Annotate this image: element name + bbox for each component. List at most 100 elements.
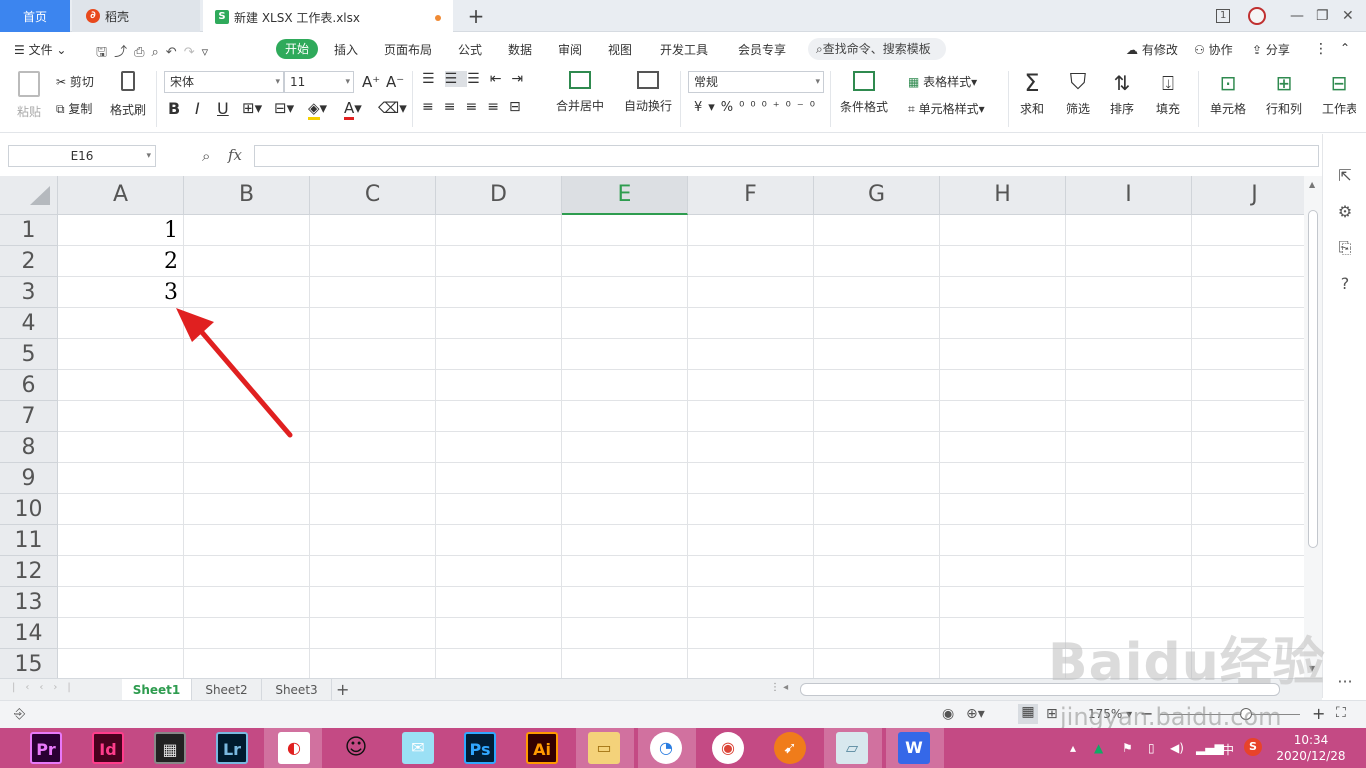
font-size-select[interactable]: 11 [284,71,354,93]
indent-decrease-icon[interactable]: ⇤ [490,71,512,87]
menu-member[interactable]: 会员专享 [738,41,786,58]
select-all-corner[interactable] [0,176,58,215]
column-header-H[interactable]: H [940,176,1066,215]
column-header-J[interactable]: J [1192,176,1304,215]
add-sheet-icon[interactable]: + [336,680,349,699]
cell-style-button[interactable]: ⌗ 单元格样式▾ [908,100,985,117]
browser-icon[interactable]: ◔ [650,732,682,764]
menu-view[interactable]: 视图 [608,41,632,58]
number-format-select[interactable]: 常规 [688,71,824,93]
wrap-text-button[interactable]: 自动换行 [624,71,672,114]
zoom-formula-icon[interactable]: ⌕ [202,147,210,165]
sort-button[interactable]: ⇅ 排序 [1110,69,1134,117]
preview-icon[interactable]: ⌕ [152,45,166,60]
normal-view-icon[interactable]: ▦ [1018,704,1038,724]
freeze-icon[interactable]: ⊕▾ [966,706,985,722]
photoshop-icon[interactable]: Ps [464,732,496,764]
bold-icon[interactable]: B [168,99,180,118]
menu-data[interactable]: 数据 [508,41,532,58]
ime-indicator[interactable]: 中 [1222,741,1234,758]
row-header-10[interactable]: 10 [0,494,58,525]
row-header-5[interactable]: 5 [0,339,58,370]
filter-button[interactable]: ⛉ 筛选 [1066,69,1090,117]
properties-icon[interactable]: ⚙ [1335,202,1355,222]
row-header-12[interactable]: 12 [0,556,58,587]
align-left-icon[interactable]: ≡ [422,99,444,115]
cell-format-icon[interactable]: ⊟▾ [274,99,294,117]
row-header-7[interactable]: 7 [0,401,58,432]
video-player-icon[interactable]: ▦ [154,732,186,764]
close-button[interactable]: ✕ [1342,0,1362,32]
menu-review[interactable]: 审阅 [558,41,582,58]
eye-protect-icon[interactable]: ◉ [942,706,954,722]
formula-input[interactable] [254,145,1319,167]
vertical-scrollbar[interactable]: ▲ ▼ [1304,176,1322,678]
fx-icon[interactable]: fx [228,146,242,164]
align-top-icon[interactable]: ☰ [422,71,445,87]
cell-A2[interactable]: 2 [58,249,178,274]
wps-office-icon[interactable]: ◐ [278,732,310,764]
scroll-left-icon[interactable]: ⋮ ◂ [770,682,788,693]
battery-icon[interactable]: ▯ [1148,741,1155,755]
print-icon[interactable]: ⎙ [134,45,151,60]
zoom-in-icon[interactable]: + [1312,704,1325,723]
qq-icon[interactable]: ☺ [340,732,372,764]
tray-app-icon[interactable]: ▲ [1094,741,1103,755]
shrink-font-icon[interactable]: A⁻ [386,73,404,91]
column-header-F[interactable]: F [688,176,814,215]
backup-icon[interactable]: ⎘ [1335,238,1355,258]
collapse-ribbon-icon[interactable]: ⌃ [1340,41,1350,55]
cell-A3[interactable]: 3 [58,280,178,305]
thousands-icon[interactable]: ⁰⁰⁰ [739,100,773,115]
page-layout-icon[interactable]: ⊞ [1046,706,1058,722]
row-header-6[interactable]: 6 [0,370,58,401]
font-name-select[interactable]: 宋体 [164,71,284,93]
format-painter-button[interactable]: 格式刷 [110,71,146,118]
modified-button[interactable]: ☁ 有修改 [1126,41,1178,58]
menu-layout[interactable]: 页面布局 [384,41,432,58]
eraser-icon[interactable]: ⌫▾ [378,99,407,117]
more-options-icon[interactable]: ⋮ [1314,41,1328,57]
row-header-13[interactable]: 13 [0,587,58,618]
column-header-D[interactable]: D [436,176,562,215]
illustrator-icon[interactable]: Ai [526,732,558,764]
sheet-tab-1[interactable]: Sheet1 [122,679,192,701]
align-center-icon[interactable]: ≡ [444,99,466,115]
macro-icon[interactable]: ⎆ [14,706,25,722]
align-bottom-icon[interactable]: ☰ [467,71,490,87]
notes-icon[interactable]: ▱ [836,732,868,764]
italic-icon[interactable]: I [195,99,200,118]
column-header-C[interactable]: C [310,176,436,215]
percent-icon[interactable]: % [721,100,739,115]
fullscreen-icon[interactable]: ⛶ [1336,705,1346,721]
paste-button[interactable]: 粘贴 [14,71,44,120]
row-header-4[interactable]: 4 [0,308,58,339]
row-header-3[interactable]: 3 [0,277,58,308]
minimize-button[interactable]: — [1290,0,1310,32]
help-icon[interactable]: ? [1335,274,1355,294]
wps-doc-icon[interactable]: W [898,732,930,764]
grow-font-icon[interactable]: A⁺ [362,73,380,91]
decimal-decrease-icon[interactable]: ⁻⁰ [797,100,821,115]
row-header-11[interactable]: 11 [0,525,58,556]
decimal-increase-icon[interactable]: ⁺⁰ [773,100,797,115]
row-header-1[interactable]: 1 [0,215,58,246]
cut-button[interactable]: ✂ 剪切 [56,73,94,90]
redo-icon[interactable]: ↷ [184,45,202,60]
menu-insert[interactable]: 插入 [334,41,358,58]
menu-formula[interactable]: 公式 [458,41,482,58]
row-header-2[interactable]: 2 [0,246,58,277]
row-header-14[interactable]: 14 [0,618,58,649]
align-middle-icon[interactable]: ☰ [444,71,468,87]
fill-button[interactable]: ⍗ 填充 [1156,69,1180,117]
vertical-align-group[interactable]: ☰☰☰⇤⇥ [422,71,533,87]
more-icon[interactable]: ··· [1335,672,1355,692]
merge-center-button[interactable]: 合并居中 [556,71,604,114]
scroll-up-icon[interactable]: ▲ [1309,180,1315,189]
underline-icon[interactable]: U [217,99,229,118]
sum-button[interactable]: Σ 求和 [1020,69,1044,117]
menu-developer[interactable]: 开发工具 [660,41,708,58]
system-clock[interactable]: 10:34 2020/12/28 [1258,732,1364,764]
avatar[interactable] [1248,0,1268,32]
chrome-icon[interactable]: ◉ [712,732,744,764]
